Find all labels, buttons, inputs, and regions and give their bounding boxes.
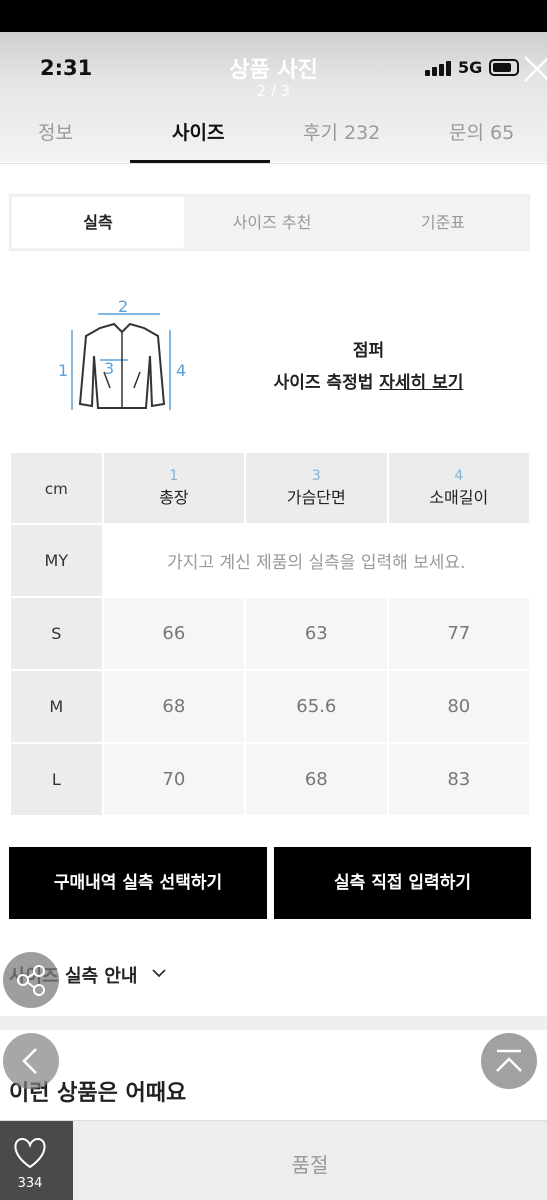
size-label: S: [51, 624, 62, 643]
measure-guide-prefix: 사이즈 측정법: [273, 373, 380, 393]
fit-title: 점퍼: [352, 341, 385, 361]
close-icon[interactable]: [522, 54, 547, 84]
tab-size[interactable]: 사이즈: [172, 118, 224, 145]
table-cell: 65.6: [244, 669, 389, 744]
table-cell: 77: [386, 596, 532, 671]
diagram-label-1: 1: [58, 361, 68, 380]
size-segmented-control: 실측 사이즈 추천 기준표: [9, 194, 530, 251]
table-cell: 83: [386, 742, 532, 817]
soldout-label: 품절: [291, 1153, 329, 1177]
my-measure-input[interactable]: 가지고 계신 제품의 실측을 입력해 보세요.: [101, 523, 532, 598]
table-cell: 66: [101, 596, 247, 671]
like-button[interactable]: 334: [0, 1121, 73, 1200]
direct-input-button[interactable]: 실측 직접 입력하기: [274, 847, 531, 919]
table-cell: 68: [244, 742, 389, 817]
diagram-label-2: 2: [118, 297, 128, 316]
table-row: L 70 68 83: [9, 742, 532, 817]
product-tabs: 정보 사이즈 후기 232 문의 65: [0, 108, 547, 164]
measure-guide-link[interactable]: 자세히 보기: [379, 373, 463, 393]
seg-size-recommend[interactable]: 사이즈 추천: [186, 197, 358, 248]
tab-info[interactable]: 정보: [38, 118, 73, 145]
jacket-diagram-icon: 2 1 4 3: [58, 297, 186, 410]
size-table: cm 1 총장 3 가슴단면 4 소매길이 MY 가지고 계신 제품의 실측을 입력해…: [9, 451, 532, 817]
chevron-down-icon[interactable]: [152, 966, 166, 980]
seg-measured[interactable]: 실측: [12, 197, 184, 248]
table-cell: 80: [386, 669, 532, 744]
table-row: S 66 63 77: [9, 596, 532, 671]
table-cell: 63: [244, 596, 389, 671]
tab-reviews[interactable]: 후기 232: [303, 118, 380, 145]
table-row: M 68 65.6 80: [9, 669, 532, 744]
network-label: 5G: [458, 58, 483, 77]
col-header-chest: 3 가슴단면: [244, 451, 389, 525]
share-button[interactable]: [3, 952, 59, 1008]
unit-header: cm: [9, 451, 104, 525]
my-row-label: MY: [9, 523, 104, 598]
share-icon: [17, 965, 45, 996]
section-divider: [0, 1016, 547, 1030]
col-header-length: 1 총장: [101, 451, 247, 525]
previous-button[interactable]: [3, 1033, 59, 1089]
size-label: M: [49, 697, 64, 716]
heart-icon: [14, 1137, 46, 1169]
chevron-left-icon: [22, 1048, 37, 1074]
purchase-measure-select-button[interactable]: 구매내역 실측 선택하기: [9, 847, 267, 919]
size-label: L: [51, 770, 61, 789]
battery-icon: [489, 59, 519, 76]
viewer-count: 2 / 3: [256, 82, 291, 100]
table-cell: 70: [101, 742, 247, 817]
measure-guide: 사이즈 측정법 자세히 보기: [250, 368, 487, 393]
like-count: 334: [17, 1176, 43, 1191]
arrow-up-icon: [496, 1049, 522, 1072]
tab-qna[interactable]: 문의 65: [449, 118, 514, 145]
tabs-divider: [0, 163, 547, 164]
diagram-label-4: 4: [176, 361, 186, 380]
seg-size-chart[interactable]: 기준표: [358, 197, 528, 248]
signal-icon: [425, 60, 453, 76]
col-header-sleeve: 4 소매길이: [386, 451, 532, 525]
scroll-top-button[interactable]: [481, 1033, 537, 1089]
bottom-bar: 334 품절: [0, 1120, 547, 1200]
top-black-bar: [0, 0, 547, 32]
table-cell: 68: [101, 669, 247, 744]
